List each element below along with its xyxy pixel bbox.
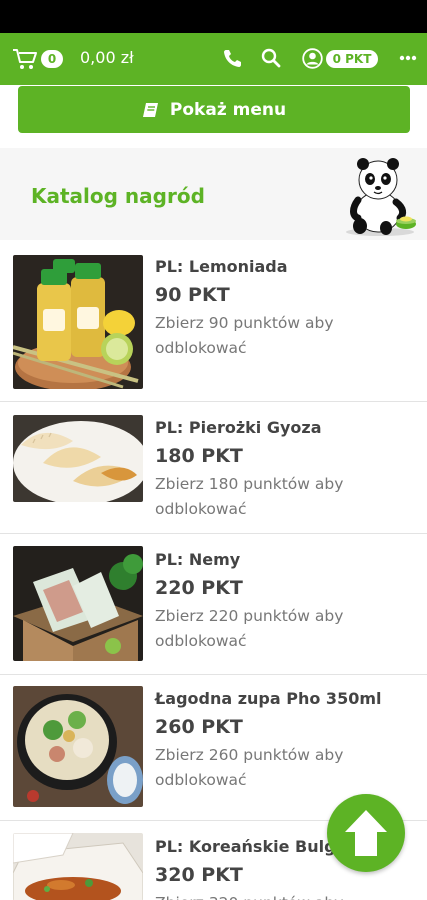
arrow-up-icon [345,810,387,856]
status-bar [0,0,427,33]
reward-description: Zbierz 220 punktów aby odblokować [155,607,344,650]
catalog-title: Katalog nagród [31,184,205,208]
reward-points: 90 PKT [155,284,230,306]
pho-soup-image [13,686,143,807]
top-bar: 0 0,00 zł 0 PKT [0,33,427,85]
reward-points: 180 PKT [155,445,243,467]
show-menu-button[interactable]: Pokaż menu [18,86,410,133]
bulgogi-image [13,833,143,900]
nemy-image [13,546,143,661]
reward-points: 220 PKT [155,577,243,599]
gyoza-image [13,415,143,502]
reward-points: 260 PKT [155,716,243,738]
lemonade-image [13,255,143,389]
reward-name: PL: Lemoniada [155,257,288,276]
reward-description: Zbierz 180 punktów aby odblokować [155,475,344,518]
cart-icon[interactable] [12,47,38,71]
cart-count-badge: 0 [41,50,63,68]
points-badge[interactable]: 0 PKT [326,50,378,68]
user-icon[interactable] [302,48,323,69]
panda-mascot-image [346,158,416,236]
reward-name: PL: Nemy [155,550,241,569]
reward-description: Zbierz 260 punktów aby odblokować [155,746,344,789]
catalog-header: Katalog nagród [0,148,427,240]
scroll-to-top-button[interactable] [327,794,405,872]
reward-description: Zbierz 320 punktów aby [155,891,385,900]
reward-name: PL: Pierożki Gyoza [155,418,322,437]
reward-item[interactable]: PL: Nemy 220 PKT Zbierz 220 punktów aby … [0,534,427,675]
book-icon [142,102,158,117]
show-menu-label: Pokaż menu [169,99,287,120]
phone-icon[interactable] [222,48,242,68]
reward-name: PL: Koreańskie Bulg [155,837,336,856]
search-icon[interactable] [261,48,281,68]
reward-points: 320 PKT [155,864,243,886]
reward-name: Łagodna zupa Pho 350ml [155,689,382,708]
reward-item[interactable]: PL: Pierożki Gyoza 180 PKT Zbierz 180 pu… [0,402,427,534]
cart-total[interactable]: 0,00 zł [80,48,134,67]
reward-description: Zbierz 90 punktów aby odblokować [155,314,334,357]
reward-item[interactable]: PL: Lemoniada 90 PKT Zbierz 90 punktów a… [0,240,427,402]
more-icon[interactable] [398,50,418,66]
